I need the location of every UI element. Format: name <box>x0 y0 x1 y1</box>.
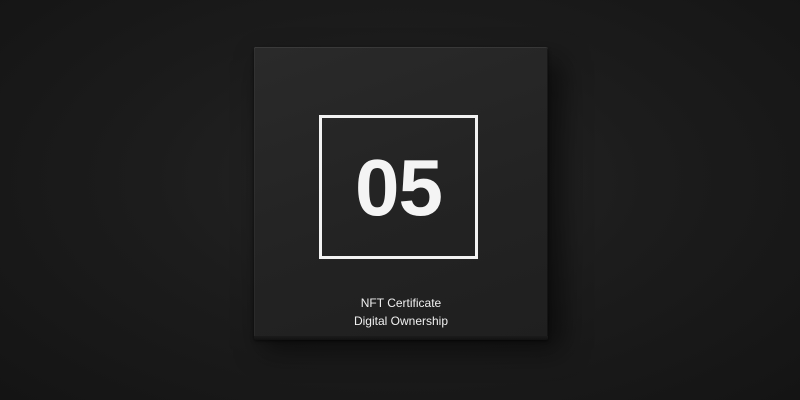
certificate-caption: NFT Certificate Digital Ownership <box>254 294 548 330</box>
card-edge <box>254 336 548 340</box>
caption-subtitle: Digital Ownership <box>353 314 449 328</box>
scene: 05 NFT Certificate Digital Ownership <box>0 0 800 400</box>
number-frame: 05 <box>319 115 478 259</box>
caption-title: NFT Certificate <box>360 296 442 310</box>
certificate-number: 05 <box>355 143 443 232</box>
